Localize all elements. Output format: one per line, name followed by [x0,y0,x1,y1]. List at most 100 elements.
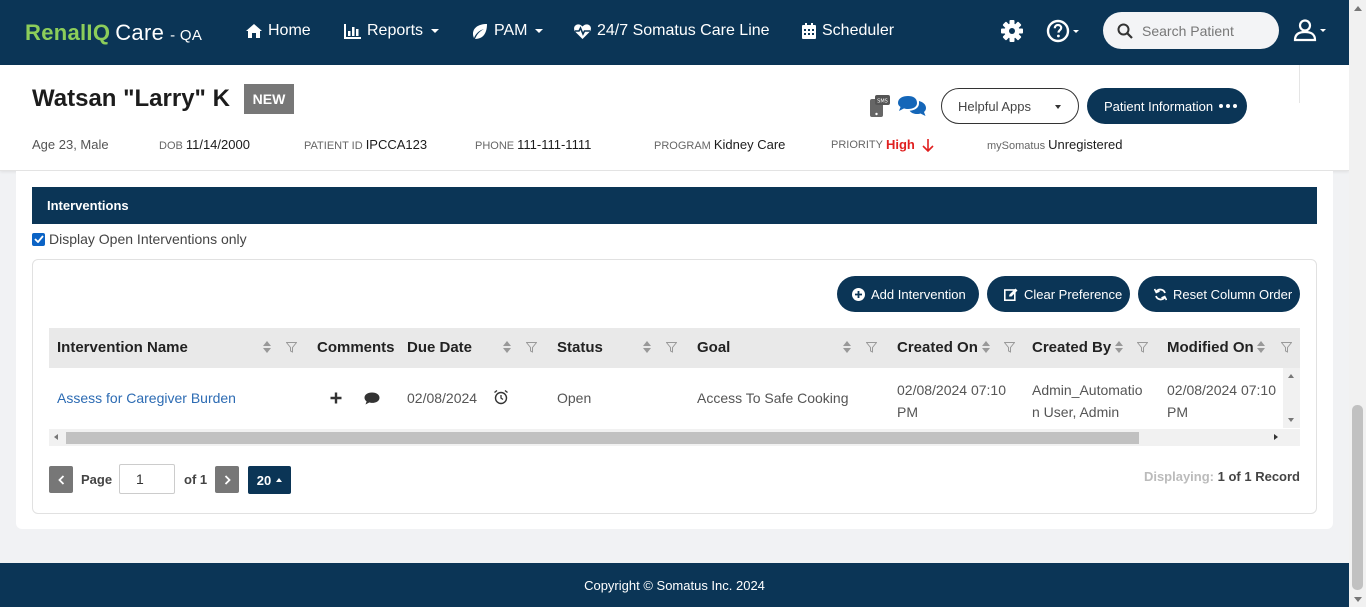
clear-preference-button[interactable]: Clear Preference [987,276,1130,312]
helpful-apps-label: Helpful Apps [958,98,1031,114]
filter-icon[interactable] [526,342,537,353]
sort-icon[interactable] [263,341,271,353]
search-patient-input[interactable] [1142,22,1272,39]
grid-header: Intervention Name Comments Due Date Stat… [49,328,1300,368]
filter-icon[interactable] [666,342,677,353]
filter-icon[interactable] [1281,342,1292,353]
col-due-date[interactable]: Due Date [407,339,472,356]
page-label: Page [81,472,113,487]
sms-button[interactable]: SMS [868,95,890,122]
sort-icon[interactable] [503,341,511,353]
sort-icon[interactable] [1257,341,1265,353]
nav-home[interactable]: Home [246,22,311,40]
patient-dob: DOB 11/14/2000 [159,137,250,152]
new-patient-badge: NEW [244,84,294,114]
nav-home-label: Home [268,22,311,39]
nav-scheduler-label: Scheduler [822,22,895,39]
settings-gear-icon [1001,20,1023,42]
col-intervention-name[interactable]: Intervention Name [57,339,188,356]
calendar-icon [802,23,816,39]
reset-column-order-button[interactable]: Reset Column Order [1138,276,1300,312]
add-intervention-button[interactable]: Add Intervention [837,276,979,312]
next-page-button[interactable] [215,466,239,493]
sms-phone-icon: SMS [870,95,890,117]
patient-name: Watsan "Larry" K [32,85,230,112]
user-menu-button[interactable] [1293,18,1326,42]
status-value: Open [557,390,592,406]
patient-information-label: Patient Information [1104,98,1214,114]
scroll-right-arrow-icon[interactable] [1274,434,1278,440]
top-navbar: RenalIQ Care - QA Home Reports PAM 24/7 … [0,0,1349,65]
nav-scheduler[interactable]: Scheduler [802,22,894,40]
page-scroll-down-arrow-icon[interactable] [1354,597,1362,602]
nav-pam[interactable]: PAM [472,22,544,40]
col-created-on[interactable]: Created On [897,339,978,356]
nav-pam-label: PAM [494,22,528,39]
brand-environment: - QA [170,27,203,44]
home-icon [246,24,262,38]
sort-icon[interactable] [843,341,851,353]
page-size-dropdown[interactable]: 20 [248,466,291,494]
alarm-clock-icon[interactable] [493,389,509,405]
copyright-text: Copyright © Somatus Inc. 2024 [584,577,765,593]
help-menu-button[interactable] [1046,19,1079,43]
helpful-apps-dropdown[interactable]: Helpful Apps [941,88,1079,124]
intervention-name-link[interactable]: Assess for Caregiver Burden [57,390,236,406]
open-interventions-filter-label: Display Open Interventions only [49,231,247,247]
table-row: Assess for Caregiver Burden 02/08/2024 O… [49,368,1283,428]
nav-reports[interactable]: Reports [344,22,440,40]
bar-chart-icon [344,23,361,39]
filter-icon[interactable] [286,342,297,353]
goal-value: Access To Safe Cooking [697,390,849,406]
patient-program: PROGRAM Kidney Care [654,137,786,152]
col-modified-on[interactable]: Modified On [1167,339,1254,356]
brand-name-colored: RenalIQ [25,20,111,45]
page-count-label: of 1 [184,472,208,487]
chevron-left-icon [57,474,64,485]
col-status[interactable]: Status [557,339,603,356]
col-comments[interactable]: Comments [317,339,395,356]
created-on-value: 02/08/2024 07:10 PM [897,382,1006,420]
nav-care-line[interactable]: 24/7 Somatus Care Line [574,22,770,40]
patient-information-button[interactable]: Patient Information [1087,88,1247,124]
checkbox-checked-icon[interactable] [32,232,45,246]
add-comment-plus-icon[interactable] [330,392,342,404]
clear-preference-label: Clear Preference [1024,286,1123,302]
page-scroll-thumb[interactable] [1352,405,1363,590]
open-interventions-filter[interactable]: Display Open Interventions only [32,231,247,247]
svg-text:SMS: SMS [877,99,888,105]
modified-on-value: 02/08/2024 07:10 PM [1167,382,1276,420]
page-number-input[interactable] [119,464,175,494]
settings-button[interactable] [1001,20,1023,47]
col-goal[interactable]: Goal [697,339,730,356]
previous-page-button[interactable] [49,466,73,493]
created-by-value: Admin_Automatio n User, Admin [1032,382,1143,420]
patient-search[interactable] [1103,12,1279,49]
plus-circle-icon [852,287,865,301]
col-created-by[interactable]: Created By [1032,339,1111,356]
scroll-down-arrow-icon[interactable] [1288,418,1294,422]
mysomatus-status: mySomatus Unregistered [987,137,1123,152]
scroll-up-arrow-icon[interactable] [1288,374,1294,378]
sort-icon[interactable] [1115,341,1123,353]
page-size-value: 20 [256,472,272,488]
reset-column-order-label: Reset Column Order [1173,286,1293,302]
interventions-section-header: Interventions [32,187,1317,224]
sort-icon[interactable] [982,341,990,353]
grid-vertical-scrollbar[interactable] [1283,368,1300,428]
filter-icon[interactable] [1004,342,1015,353]
page-scroll-up-arrow-icon[interactable] [1354,6,1362,11]
comment-bubble-icon[interactable] [364,392,380,405]
page-footer: Copyright © Somatus Inc. 2024 [0,563,1349,607]
chevron-down-icon [431,29,440,33]
brand-logo[interactable]: RenalIQ Care - QA [25,20,202,46]
filter-icon[interactable] [866,342,877,353]
nav-reports-label: Reports [367,22,424,39]
horizontal-scroll-thumb[interactable] [66,432,1139,444]
chat-button[interactable] [897,95,927,122]
refresh-icon [1154,288,1167,300]
filter-icon[interactable] [1137,342,1148,353]
sort-icon[interactable] [643,341,651,353]
chevron-down-icon [1055,105,1061,109]
scroll-left-arrow-icon[interactable] [54,434,58,440]
